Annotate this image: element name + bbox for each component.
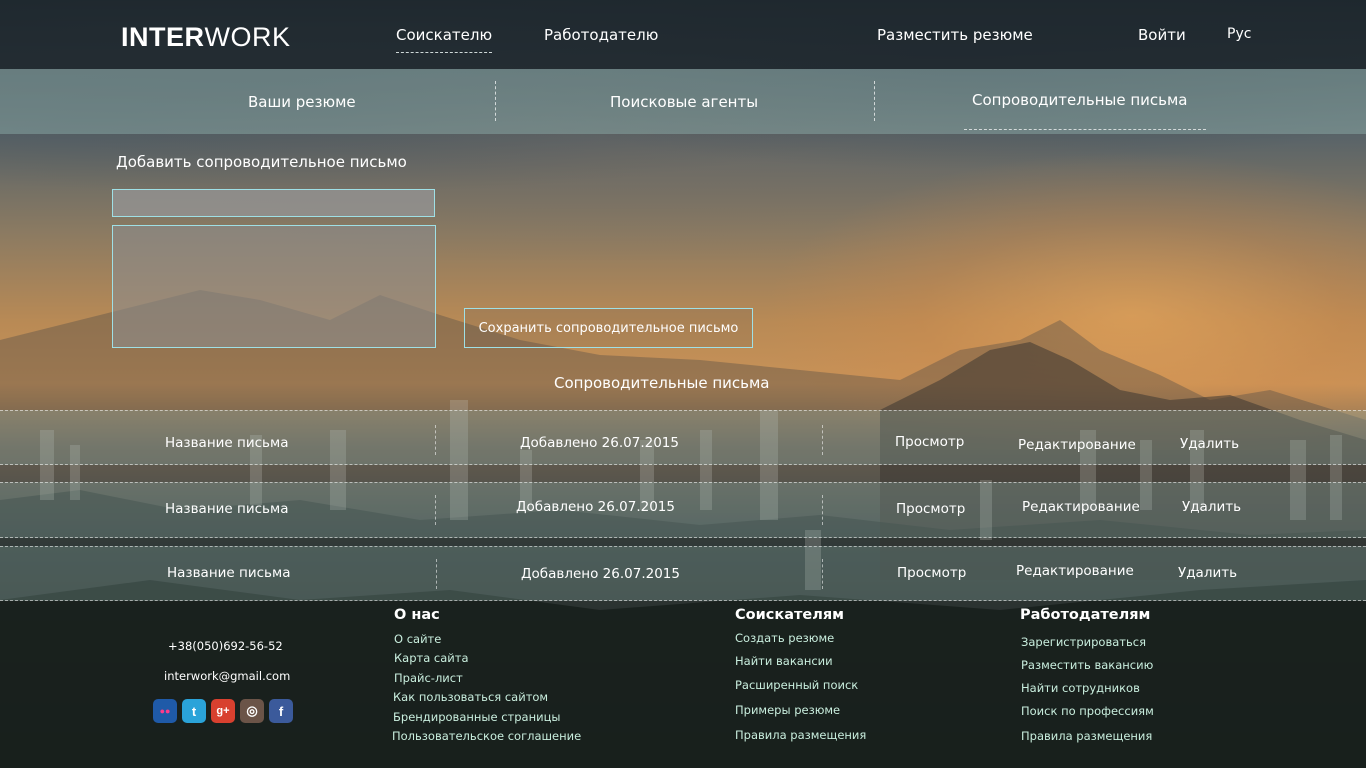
letter-added-date: Добавлено 26.07.2015 (520, 435, 679, 451)
delete-letter-link[interactable]: Удалить (1178, 565, 1237, 581)
footer-email[interactable]: interwork@gmail.com (164, 669, 290, 683)
footer-link[interactable]: Пользовательское соглашение (392, 729, 581, 743)
delete-letter-link[interactable]: Удалить (1182, 499, 1241, 515)
google-plus-icon[interactable]: g+ (211, 699, 235, 723)
footer-link[interactable]: Карта сайта (394, 651, 469, 665)
letter-row: Название письма Добавлено 26.07.2015 Про… (0, 410, 1366, 465)
footer-about-heading: О нас (394, 607, 440, 623)
letter-added-date: Добавлено 26.07.2015 (516, 499, 675, 515)
footer-link[interactable]: Как пользоваться сайтом (393, 690, 548, 704)
divider (822, 495, 823, 525)
divider (435, 425, 436, 455)
letter-added-date: Добавлено 26.07.2015 (521, 566, 680, 582)
flickr-icon[interactable]: ●● (153, 699, 177, 723)
divider (874, 81, 875, 121)
instagram-icon[interactable]: ◎ (240, 699, 264, 723)
nav-seekers[interactable]: Соискателю (396, 26, 493, 53)
footer-link[interactable]: Найти сотрудников (1021, 681, 1140, 695)
login-link[interactable]: Войти (1138, 26, 1186, 44)
letters-list-title: Сопроводительные письма (554, 374, 770, 392)
footer-link[interactable]: Примеры резюме (735, 703, 840, 717)
nav-employers[interactable]: Работодателю (544, 26, 658, 44)
logo[interactable]: INTERWORK (121, 22, 291, 53)
footer-phone: +38(050)692-56-52 (168, 639, 283, 653)
twitter-icon[interactable]: t (182, 699, 206, 723)
footer-link[interactable]: Прайс-лист (394, 671, 463, 685)
footer-employers-heading: Работодателям (1020, 607, 1151, 623)
view-letter-link[interactable]: Просмотр (897, 565, 966, 581)
nav-post-resume[interactable]: Разместить резюме (877, 26, 1033, 44)
divider (495, 81, 496, 121)
letter-row: Название письма Добавлено 26.07.2015 Про… (0, 546, 1366, 601)
letter-name: Название письма (165, 435, 289, 451)
edit-letter-link[interactable]: Редактирование (1018, 437, 1136, 453)
top-header: INTERWORK Соискателю Работодателю Размес… (0, 0, 1366, 69)
footer-link[interactable]: Разместить вакансию (1021, 658, 1153, 672)
sunset-glow (760, 150, 1366, 450)
footer-link[interactable]: Создать резюме (735, 631, 834, 645)
letter-name: Название письма (165, 501, 289, 517)
tab-cover-letters[interactable]: Сопроводительные письма (972, 91, 1188, 109)
add-letter-title: Добавить сопроводительное письмо (116, 153, 407, 171)
tab-resumes[interactable]: Ваши резюме (248, 93, 356, 111)
divider (436, 559, 437, 589)
view-letter-link[interactable]: Просмотр (895, 434, 964, 450)
letter-title-input[interactable] (112, 189, 435, 217)
footer-link[interactable]: Зарегистрироваться (1021, 635, 1146, 649)
footer-link[interactable]: Расширенный поиск (735, 678, 858, 692)
letter-name: Название письма (167, 565, 291, 581)
footer-link[interactable]: Правила размещения (1021, 729, 1152, 743)
view-letter-link[interactable]: Просмотр (896, 501, 965, 517)
divider (822, 559, 823, 589)
footer-link[interactable]: Брендированные страницы (393, 710, 561, 724)
divider (822, 425, 823, 455)
footer-link[interactable]: Правила размещения (735, 728, 866, 742)
divider (435, 495, 436, 525)
language-switch[interactable]: Рус (1227, 26, 1251, 42)
save-letter-button[interactable]: Сохранить сопроводительное письмо (464, 308, 753, 348)
cabinet-subnav: Ваши резюме Поисковые агенты Сопроводите… (0, 69, 1366, 134)
footer-link[interactable]: Найти вакансии (735, 654, 833, 668)
letter-row: Название письма Добавлено 26.07.2015 Про… (0, 482, 1366, 538)
edit-letter-link[interactable]: Редактирование (1016, 563, 1134, 579)
edit-letter-link[interactable]: Редактирование (1022, 499, 1140, 515)
active-tab-underline (964, 129, 1206, 130)
delete-letter-link[interactable]: Удалить (1180, 436, 1239, 452)
tab-search-agents[interactable]: Поисковые агенты (610, 93, 758, 111)
footer-link[interactable]: Поиск по профессиям (1021, 704, 1154, 718)
facebook-icon[interactable]: f (269, 699, 293, 723)
footer-seekers-heading: Соискателям (735, 607, 845, 623)
letter-body-textarea[interactable] (112, 225, 436, 348)
footer-link[interactable]: О сайте (394, 632, 441, 646)
